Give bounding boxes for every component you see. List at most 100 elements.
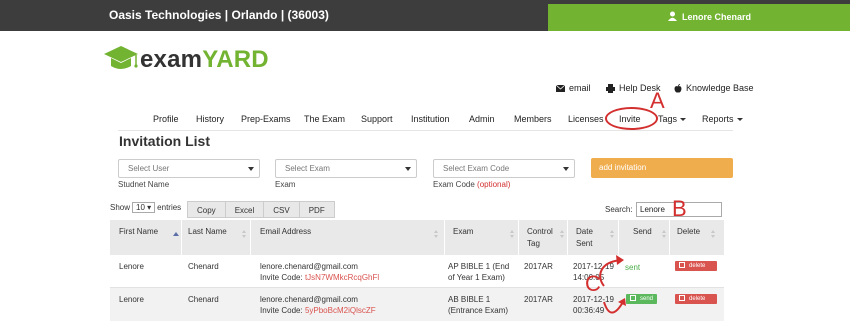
user-select[interactable]: Select User <box>118 159 260 178</box>
delete-button-label: delete <box>689 296 706 302</box>
nav-reports-label: Reports <box>702 114 734 124</box>
invite-code-label: Invite Code: <box>260 306 303 315</box>
sort-icon[interactable] <box>510 230 515 238</box>
nav-profile[interactable]: Profile <box>153 114 179 124</box>
delete-button-label: delete <box>689 263 706 269</box>
user-label: Studnet Name <box>118 180 170 189</box>
column-send[interactable]: Send <box>633 226 652 238</box>
column-divider <box>181 220 182 255</box>
column-divider <box>518 220 519 255</box>
email-cell: lenore.chenard@gmail.com <box>260 262 358 271</box>
exam-code-select[interactable]: Select Exam Code <box>433 159 575 178</box>
page-title: Invitation List <box>119 133 210 149</box>
column-exam[interactable]: Exam <box>453 226 473 238</box>
exam-cell-line1: AP BIBLE 1 (End <box>448 262 510 271</box>
delete-button[interactable]: delete <box>675 294 717 304</box>
annotation-c: C <box>585 271 601 296</box>
send-button-label: send <box>640 296 654 302</box>
table-row: Lenore Chenard lenore.chenard@gmail.com … <box>110 255 724 288</box>
column-divider <box>250 220 251 255</box>
sent-status: sent <box>625 263 641 272</box>
chevron-down-icon <box>563 167 569 171</box>
sort-icon[interactable] <box>560 230 565 238</box>
organization-title: Oasis Technologies | Orlando | (36003) <box>109 8 329 22</box>
trash-icon <box>679 295 685 301</box>
column-first-name[interactable]: First Name <box>119 226 158 238</box>
excel-button[interactable]: Excel <box>224 201 265 218</box>
logo-text: examYARD <box>140 46 269 74</box>
column-delete[interactable]: Delete <box>677 226 700 238</box>
column-email[interactable]: Email Address <box>260 226 311 238</box>
nav-prep-exams[interactable]: Prep-Exams <box>241 114 291 124</box>
nav-licenses[interactable]: Licenses <box>568 114 604 124</box>
invite-code-value: 5yPboBcM2iQlscZF <box>304 306 376 315</box>
user-name: Lenore Chenard <box>682 12 752 22</box>
sort-icon[interactable] <box>662 230 667 238</box>
exam-cell-line2: of Year 1 Exam) <box>448 273 505 282</box>
exam-select-value: Select Exam <box>285 164 330 173</box>
nav-the-exam[interactable]: The Exam <box>304 114 345 124</box>
table-row: Lenore Chenard lenore.chenard@gmail.com … <box>110 288 724 321</box>
first-name-cell: Lenore <box>119 262 144 271</box>
send-button[interactable]: send <box>626 294 658 304</box>
column-date-sent[interactable]: Date Sent <box>576 226 606 250</box>
delete-button[interactable]: delete <box>675 261 717 271</box>
nav-institution[interactable]: Institution <box>411 114 450 124</box>
first-name-cell: Lenore <box>119 295 144 304</box>
knowledge-base-label: Knowledge Base <box>686 83 754 93</box>
table-header: First Name Last Name Email Address Exam … <box>110 220 724 255</box>
exam-cell-line2: (Entrance Exam) <box>448 306 509 315</box>
pdf-button[interactable]: PDF <box>298 201 335 218</box>
invite-code-value: tJsN7WMkcRcqGhFl <box>304 273 380 282</box>
sort-icon[interactable] <box>434 230 439 238</box>
knowledge-base-link[interactable]: Knowledge Base <box>674 83 754 93</box>
entries-select[interactable]: 10 ▾ <box>132 202 156 213</box>
optional-note: (optional) <box>477 180 511 189</box>
chevron-down-icon <box>680 118 687 122</box>
exam-code-select-value: Select Exam Code <box>443 164 510 173</box>
sort-icon[interactable] <box>610 230 615 238</box>
page-length-control: Show 10 ▾ entries <box>110 202 181 213</box>
trash-icon <box>679 262 685 268</box>
email-cell: lenore.chenard@gmail.com <box>260 295 358 304</box>
annotation-b: B <box>672 196 687 221</box>
email-link[interactable]: email <box>556 83 591 93</box>
invite-code-label: Invite Code: <box>260 273 303 282</box>
control-tag-cell: 2017AR <box>524 262 553 271</box>
invite-code-cell: Invite Code: 5yPboBcM2iQlscZF <box>260 305 376 316</box>
logo-yard: YARD <box>202 46 269 73</box>
send-icon <box>630 295 636 301</box>
sort-ascending-icon[interactable] <box>173 232 179 236</box>
csv-button[interactable]: CSV <box>263 201 300 218</box>
nav-support[interactable]: Support <box>361 114 393 124</box>
invite-code-cell: Invite Code: tJsN7WMkcRcqGhFl <box>260 272 379 283</box>
copy-button[interactable]: Copy <box>187 201 226 218</box>
sort-icon[interactable] <box>711 230 716 238</box>
annotation-a: A <box>650 88 665 113</box>
nav-tags-label: Tags <box>658 114 678 124</box>
user-menu[interactable]: Lenore Chenard <box>548 4 850 31</box>
logo-icon[interactable] <box>103 43 139 77</box>
column-control-tag[interactable]: Control Tag <box>527 226 559 250</box>
nav-history[interactable]: History <box>196 114 224 124</box>
envelope-icon <box>556 84 565 92</box>
column-divider <box>669 220 670 255</box>
exam-select[interactable]: Select Exam <box>275 159 417 178</box>
nav-admin[interactable]: Admin <box>469 114 495 124</box>
nav-tags[interactable]: Tags <box>658 114 687 124</box>
column-divider <box>567 220 568 255</box>
exam-cell-line1: AB BIBLE 1 <box>448 295 491 304</box>
column-last-name[interactable]: Last Name <box>188 226 227 238</box>
nav-reports[interactable]: Reports <box>702 114 743 124</box>
print-icon <box>606 83 615 93</box>
entries-label: entries <box>157 203 182 212</box>
chevron-down-icon <box>248 167 254 171</box>
add-invitation-button[interactable]: add invitation <box>591 158 733 178</box>
email-label: email <box>569 83 591 93</box>
search-label: Search: <box>605 205 633 214</box>
last-name-cell: Chenard <box>188 262 219 271</box>
sort-icon[interactable] <box>242 230 247 238</box>
date-sent-line2: 00:36:49 <box>573 306 605 315</box>
chevron-down-icon <box>405 167 411 171</box>
nav-members[interactable]: Members <box>514 114 552 124</box>
